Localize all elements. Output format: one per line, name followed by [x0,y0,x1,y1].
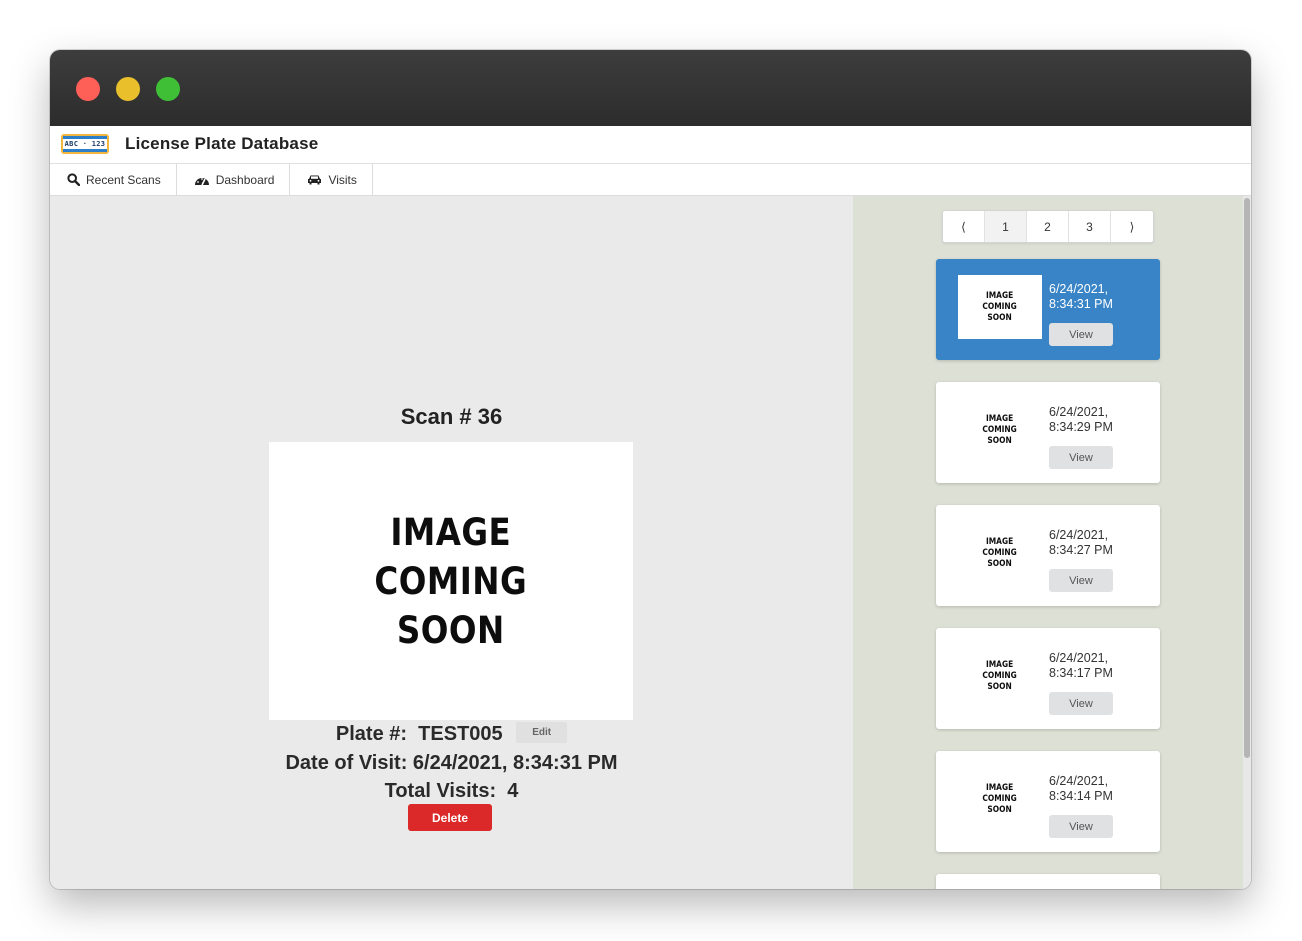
close-window-button[interactable] [76,77,100,101]
tab-label: Dashboard [215,172,275,187]
scrollbar-thumb[interactable] [1244,198,1250,758]
scan-timestamp: 6/24/2021, 8:34:14 PM [1049,774,1113,803]
scan-thumbnail: IMAGE COMING SOON [958,275,1042,339]
view-button[interactable]: View [1049,569,1113,592]
delete-button[interactable]: Delete [408,804,492,831]
image-placeholder-text: IMAGE COMING SOON [374,510,528,652]
minimize-window-button[interactable] [116,77,140,101]
scan-thumbnail: IMAGE COMING SOON [958,398,1042,462]
date-label: Date of Visit: [285,752,408,774]
tab-dashboard[interactable]: Dashboard [177,164,291,195]
app-window: ABC · 123 License Plate Database Recent … [50,50,1251,889]
scan-card[interactable]: IMAGE COMING SOON 6/24/2021, 8:34:31 PM … [936,259,1160,360]
tab-label: Recent Scans [86,172,161,187]
tab-label: Visits [328,172,357,187]
view-button[interactable]: View [1049,323,1113,346]
page-1-button[interactable]: 1 [985,211,1027,242]
scan-title: Scan # 36 [400,404,503,429]
page-3-button[interactable]: 3 [1069,211,1111,242]
app-header: ABC · 123 License Plate Database [50,126,1251,164]
edit-plate-button[interactable]: Edit [516,722,568,744]
pagination-next-button[interactable]: ⟩ [1111,211,1153,242]
plate-value: TEST005 [418,723,503,745]
view-button[interactable]: View [1049,692,1113,715]
app-title: License Plate Database [125,134,319,153]
tab-recent-scans[interactable]: Recent Scans [50,164,177,195]
main-nav: Recent Scans Dashboard Visits [50,164,1251,196]
sidebar-scrollbar[interactable] [1243,196,1251,889]
window-titlebar [50,50,1251,126]
scan-card[interactable]: IMAGE COMING SOON 6/24/2021, 8:34:27 PM … [936,505,1160,606]
scan-timestamp: 6/24/2021, 8:34:27 PM [1049,528,1113,557]
scan-thumbnail: IMAGE COMING SOON [958,644,1042,708]
page-2-button[interactable]: 2 [1027,211,1069,242]
search-icon [67,173,80,186]
visits-value: 4 [507,780,519,802]
scan-card[interactable]: IMAGE COMING SOON 6/24/2021, 8:34:29 PM … [936,382,1160,483]
scan-image: IMAGE COMING SOON [269,442,633,720]
recent-scans-sidebar: ⟨ 1 2 3 ⟩ IMAGE COMING SOON 6/24/2021, 8… [853,196,1243,889]
scan-timestamp: 6/24/2021, 8:34:29 PM [1049,405,1113,434]
dashboard-gauge-icon [194,174,210,186]
view-button[interactable]: View [1049,446,1113,469]
date-value: 6/24/2021, 8:34:31 PM [412,752,618,774]
plate-label: Plate #: [335,723,408,745]
scan-card[interactable]: IMAGE COMING SOON 6/24/2021, 8:34:14 PM … [936,751,1160,852]
scan-detail-panel: Scan # 36 IMAGE COMING SOON Plate #: TES… [50,196,853,889]
view-button[interactable]: View [1049,815,1113,838]
plate-info: Plate #: TEST005 Edit [50,722,853,746]
scan-timestamp: 6/24/2021, 8:34:17 PM [1049,651,1113,680]
zoom-window-button[interactable] [156,77,180,101]
scan-timestamp: 6/24/2021, 8:34:31 PM [1049,282,1113,311]
scan-card[interactable]: IMAGE COMING SOON 6/24/2021, 8:34:17 PM … [936,628,1160,729]
scan-thumbnail: IMAGE COMING SOON [958,521,1042,585]
license-plate-logo: ABC · 123 [61,134,109,154]
recent-scans-list: IMAGE COMING SOON 6/24/2021, 8:34:31 PM … [936,259,1160,889]
scan-card-partial[interactable] [936,874,1160,889]
scan-thumbnail: IMAGE COMING SOON [958,767,1042,831]
tab-visits[interactable]: Visits [290,164,373,195]
car-icon [307,174,322,185]
total-visits-info: Total Visits: 4 [50,780,853,803]
visits-label: Total Visits: [384,780,497,802]
visit-date-info: Date of Visit: 6/24/2021, 8:34:31 PM [50,752,853,775]
pagination: ⟨ 1 2 3 ⟩ [942,210,1154,243]
pagination-prev-button[interactable]: ⟨ [943,211,985,242]
